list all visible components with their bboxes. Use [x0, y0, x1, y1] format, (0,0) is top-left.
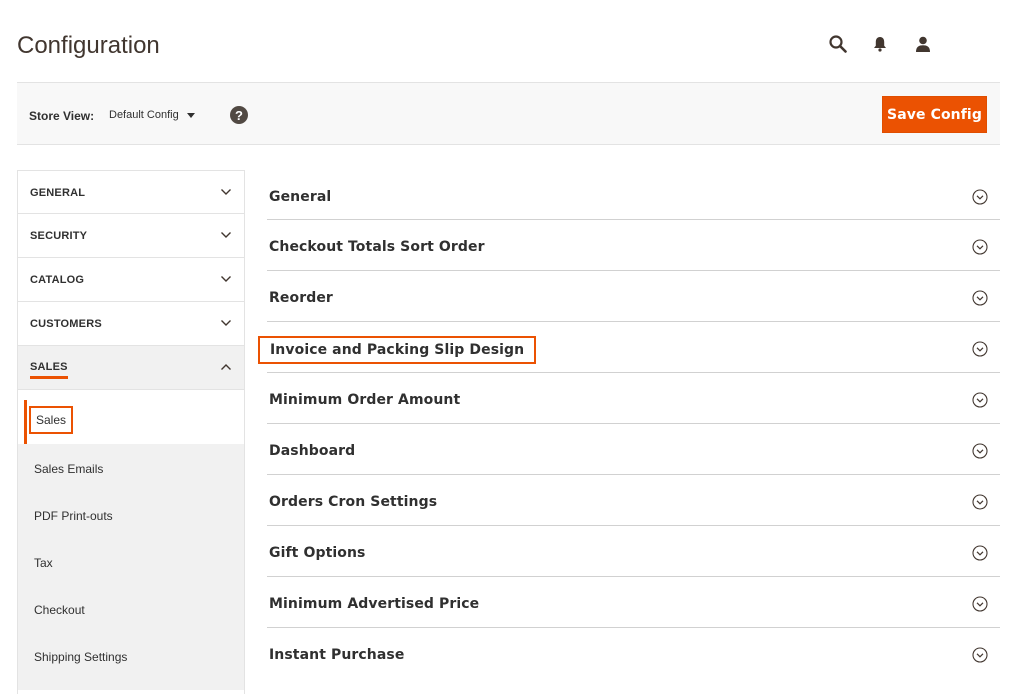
sales-subnav: Sales Sales Emails PDF Print-outs Tax Ch… — [18, 390, 244, 690]
group-reorder[interactable]: Reorder — [267, 271, 1000, 322]
caret-down-icon — [186, 112, 195, 118]
sidebar-section-security[interactable]: SECURITY — [18, 214, 244, 258]
group-title: General — [269, 189, 332, 205]
expand-circle-icon — [972, 392, 988, 408]
store-switcher-bar: Store View: Default Config ? Save Config — [17, 82, 1000, 145]
expand-circle-icon — [972, 443, 988, 459]
sidebar-section-general[interactable]: GENERAL — [18, 170, 244, 214]
store-view-dropdown[interactable]: Default Config — [109, 109, 195, 121]
group-title: Instant Purchase — [269, 647, 405, 663]
search-icon[interactable] — [826, 33, 850, 55]
sidebar-section-customers[interactable]: CUSTOMERS — [18, 302, 244, 346]
group-minimum-order-amount[interactable]: Minimum Order Amount — [267, 373, 1000, 424]
sidebar-item-label: PDF Print-outs — [34, 509, 113, 523]
sidebar-item-label: Tax — [34, 556, 53, 570]
group-gift-options[interactable]: Gift Options — [267, 526, 1000, 577]
group-dashboard[interactable]: Dashboard — [267, 424, 1000, 475]
group-checkout-totals-sort-order[interactable]: Checkout Totals Sort Order — [267, 220, 1000, 271]
group-title: Orders Cron Settings — [269, 494, 438, 510]
expand-circle-icon — [972, 189, 988, 205]
group-general[interactable]: General — [267, 170, 1000, 220]
page-title: Configuration — [17, 32, 160, 59]
group-title: Gift Options — [269, 545, 366, 561]
sidebar-item-label: Checkout — [34, 603, 85, 617]
sidebar-item-label: Sales — [29, 406, 74, 434]
store-view-label: Store View: — [29, 109, 95, 123]
group-invoice-and-packing-slip-design[interactable]: Invoice and Packing Slip Design — [258, 322, 1000, 373]
group-title: Reorder — [269, 290, 333, 306]
sidebar-section-label: GENERAL — [30, 187, 86, 199]
bell-icon[interactable] — [868, 33, 892, 55]
expand-circle-icon — [972, 545, 988, 561]
sidebar-section-label: CUSTOMERS — [30, 318, 102, 330]
expand-circle-icon — [972, 596, 988, 612]
save-config-button[interactable]: Save Config — [882, 96, 987, 133]
group-minimum-advertised-price[interactable]: Minimum Advertised Price — [267, 577, 1000, 628]
expand-circle-icon — [972, 341, 988, 357]
group-title: Checkout Totals Sort Order — [269, 239, 485, 255]
chevron-down-icon — [221, 189, 231, 195]
header-actions — [826, 33, 935, 55]
sidebar-item-checkout[interactable]: Checkout — [18, 585, 244, 632]
expand-circle-icon — [972, 239, 988, 255]
user-icon[interactable] — [911, 33, 935, 55]
sidebar-item-pdf-print-outs[interactable]: PDF Print-outs — [18, 491, 244, 538]
sidebar-item-sales-emails[interactable]: Sales Emails — [18, 444, 244, 491]
sidebar-section-catalog[interactable]: CATALOG — [18, 258, 244, 302]
group-title: Minimum Order Amount — [269, 392, 461, 408]
sidebar-item-label: Shipping Settings — [34, 650, 128, 664]
help-icon[interactable]: ? — [230, 106, 248, 124]
group-title: Dashboard — [269, 443, 356, 459]
chevron-down-icon — [221, 232, 231, 238]
sidebar-section-sales[interactable]: SALES — [18, 346, 244, 390]
config-groups: General Checkout Totals Sort Order Reord… — [258, 170, 1000, 679]
group-title: Invoice and Packing Slip Design — [258, 336, 537, 364]
chevron-down-icon — [221, 276, 231, 282]
sidebar-item-sales[interactable]: Sales — [18, 390, 244, 444]
group-orders-cron-settings[interactable]: Orders Cron Settings — [267, 475, 1000, 526]
group-title: Minimum Advertised Price — [269, 596, 480, 612]
config-sidebar: GENERAL SECURITY CATALOG CUSTOMERS SALES… — [17, 170, 245, 694]
sidebar-section-label: SALES — [30, 361, 68, 379]
sidebar-item-label: Sales Emails — [34, 462, 104, 476]
expand-circle-icon — [972, 647, 988, 663]
sidebar-section-label: SECURITY — [30, 230, 88, 242]
sidebar-item-tax[interactable]: Tax — [18, 538, 244, 585]
chevron-up-icon — [221, 364, 231, 370]
chevron-down-icon — [221, 320, 231, 326]
group-instant-purchase[interactable]: Instant Purchase — [267, 628, 1000, 679]
store-view-selected: Default Config — [109, 109, 179, 121]
active-indicator — [24, 400, 27, 444]
sidebar-section-label: CATALOG — [30, 274, 85, 286]
expand-circle-icon — [972, 494, 988, 510]
expand-circle-icon — [972, 290, 988, 306]
sidebar-item-shipping-settings[interactable]: Shipping Settings — [18, 632, 244, 679]
